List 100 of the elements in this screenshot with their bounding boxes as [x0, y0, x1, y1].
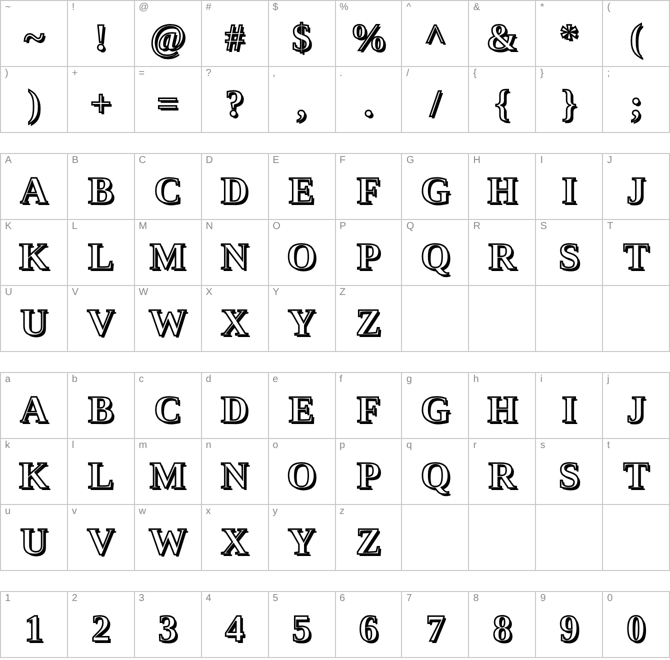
- glyph-sample: Q: [420, 454, 450, 498]
- glyph-sample: 9: [560, 606, 579, 650]
- character-label: z: [340, 506, 344, 518]
- character-label: 1: [5, 593, 11, 605]
- character-label: ): [5, 68, 8, 80]
- glyph-sample: H: [487, 168, 518, 212]
- glyph-sample: M: [150, 234, 186, 278]
- character-label: X: [206, 287, 212, 299]
- glyph-sample: X: [220, 300, 248, 344]
- character-label: P: [340, 221, 346, 233]
- character-label: $: [272, 2, 278, 14]
- character-label: j: [607, 374, 610, 386]
- character-label: p: [340, 440, 346, 452]
- character-label: N: [206, 221, 213, 233]
- character-label: k: [5, 440, 10, 452]
- character-label: l: [72, 440, 74, 452]
- glyph-sample: I: [562, 168, 577, 212]
- character-label: q: [406, 440, 412, 452]
- character-label: e: [272, 374, 278, 386]
- character-label: Y: [272, 287, 280, 299]
- glyph-sample: B: [88, 168, 114, 212]
- glyph-sample: E: [288, 388, 314, 432]
- character-label: ,: [272, 68, 276, 80]
- character-label: {: [473, 68, 477, 80]
- character-label: B: [72, 155, 79, 167]
- glyph-sample: =: [156, 82, 179, 126]
- glyph-sample: 5: [292, 606, 312, 650]
- glyph-sample: Z: [356, 520, 382, 564]
- glyph-sample: ;: [630, 82, 642, 126]
- glyph-sample: K: [19, 234, 49, 278]
- character-label: (: [607, 2, 610, 14]
- glyph-sample: /: [430, 82, 441, 126]
- character-label: U: [5, 287, 12, 299]
- glyph-sample: !: [94, 16, 108, 60]
- character-label: g: [406, 374, 412, 386]
- glyph-sample: B: [88, 388, 114, 432]
- character-label: W: [138, 287, 148, 299]
- glyph-sample: W: [148, 520, 187, 564]
- glyph-sample: Z: [356, 300, 382, 344]
- character-label: C: [138, 155, 146, 167]
- glyph-sample: *: [560, 16, 579, 60]
- character-label: O: [272, 221, 280, 233]
- glyph-sample: ~: [24, 16, 44, 60]
- glyph-sample: ): [28, 82, 40, 126]
- glyph-sample: S: [558, 234, 580, 278]
- character-label: i: [540, 374, 542, 386]
- glyph-sample: S: [558, 454, 580, 498]
- character-label: 6: [340, 593, 346, 605]
- glyph-sample: D: [220, 168, 248, 212]
- glyph-sample: G: [420, 388, 450, 432]
- glyph-sample: N: [220, 454, 248, 498]
- character-label: s: [540, 440, 546, 452]
- glyph-sample: A: [20, 388, 48, 432]
- character-label: 8: [473, 593, 479, 605]
- glyph-sample: I: [562, 388, 577, 432]
- character-label: V: [72, 287, 79, 299]
- character-label: f: [340, 374, 342, 386]
- character-label: Z: [340, 287, 346, 299]
- character-label: !: [72, 2, 75, 14]
- character-label: t: [607, 440, 610, 452]
- glyph-sample: +: [90, 82, 112, 126]
- glyph-sample: 7: [426, 606, 445, 650]
- glyph-sample: N: [220, 234, 248, 278]
- glyph-sample: .: [364, 82, 374, 126]
- glyph-sample: F: [356, 388, 380, 432]
- glyph-sample: W: [148, 300, 187, 344]
- character-label: d: [206, 374, 212, 386]
- glyph-sample: F: [356, 168, 380, 212]
- glyph-sample: R: [488, 234, 516, 278]
- glyph-sample: ^: [424, 16, 446, 60]
- glyph-sample: L: [88, 234, 114, 278]
- glyph-sample: O: [286, 454, 316, 498]
- character-label: w: [138, 506, 146, 518]
- glyph-sample: D: [220, 388, 248, 432]
- glyph-sample: 1: [24, 606, 44, 650]
- glyph-sample: 6: [358, 606, 378, 650]
- glyph-sample: @: [150, 16, 186, 60]
- character-label: 7: [406, 593, 412, 605]
- glyph-sample: 3: [158, 606, 178, 650]
- glyph-sample: G: [420, 168, 450, 212]
- character-label: E: [272, 155, 280, 167]
- character-label: h: [473, 374, 479, 386]
- glyph-sample: %: [349, 16, 388, 60]
- character-label: &: [473, 2, 480, 14]
- glyph-sample: $: [292, 16, 312, 60]
- glyph-sample: M: [150, 454, 186, 498]
- glyph-sample: ?: [225, 82, 244, 126]
- character-label: T: [607, 221, 614, 233]
- character-label: +: [72, 68, 78, 80]
- glyph-sample: R: [488, 454, 516, 498]
- character-label: 5: [272, 593, 278, 605]
- glyph-sample: A: [20, 168, 48, 212]
- glyph-sample: #: [225, 16, 244, 60]
- glyph-sample: T: [623, 454, 649, 498]
- glyph-sample: Q: [420, 234, 450, 278]
- character-label: 0: [607, 593, 613, 605]
- glyph-sample: Y: [288, 300, 316, 344]
- character-label: A: [5, 155, 12, 167]
- character-label: ?: [206, 68, 212, 80]
- character-label: 3: [138, 593, 144, 605]
